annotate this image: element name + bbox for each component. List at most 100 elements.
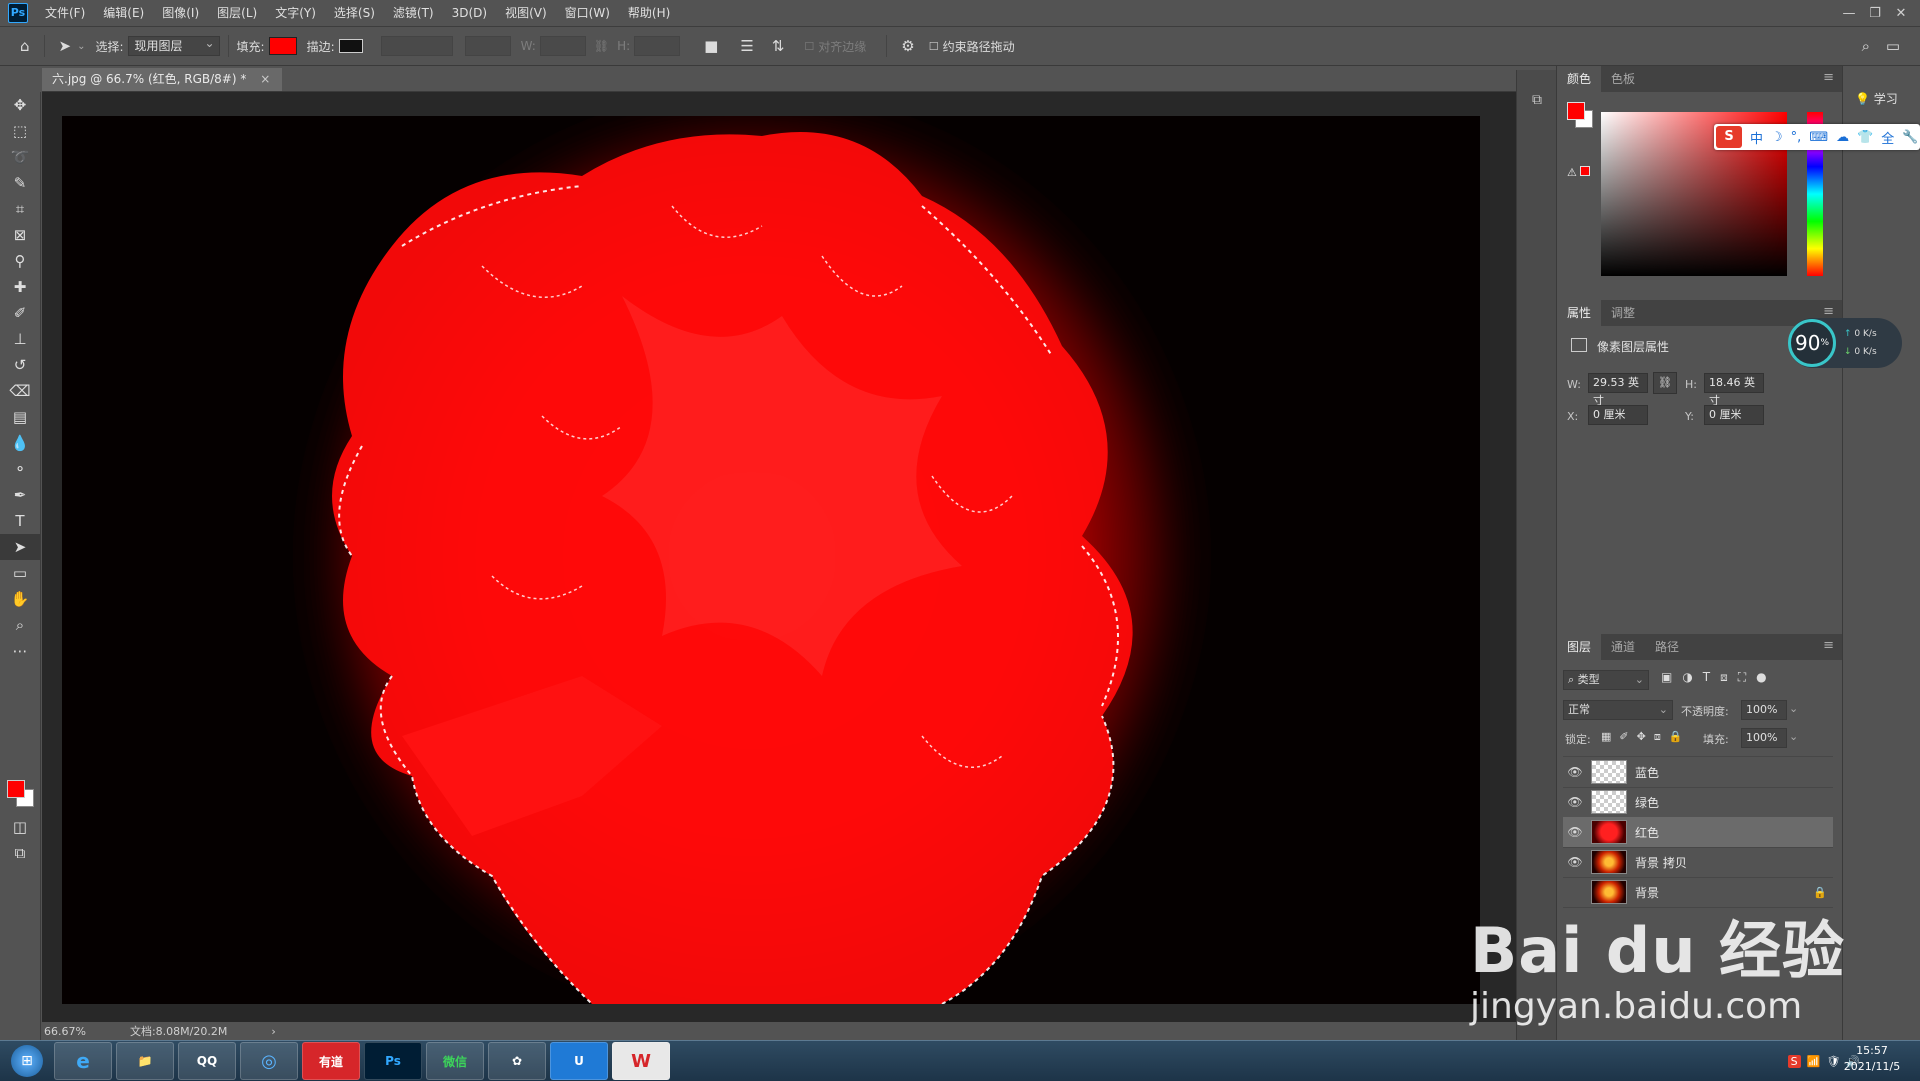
tab-channels[interactable]: 通道 xyxy=(1601,634,1645,660)
move-tool-icon[interactable]: ✥ xyxy=(0,92,40,118)
healing-brush-tool-icon[interactable]: ✚ xyxy=(0,274,40,300)
height-field[interactable] xyxy=(634,36,681,56)
opacity-chevron-icon[interactable]: ⌄ xyxy=(1789,702,1798,715)
menu-3d[interactable]: 3D(D) xyxy=(443,0,496,26)
menu-filter[interactable]: 滤镜(T) xyxy=(384,0,443,26)
status-menu-arrow-icon[interactable]: › xyxy=(271,1025,275,1038)
eye-icon[interactable]: 👁 xyxy=(1563,825,1587,839)
constrain-path-checkbox[interactable]: ☐ xyxy=(929,40,939,53)
canvas-area[interactable] xyxy=(42,92,1548,1022)
ime-tools-icon[interactable]: 🔧 xyxy=(1902,130,1918,145)
layer-row[interactable]: 👁 蓝色 xyxy=(1563,757,1833,788)
learn-tab[interactable]: 💡 学习 xyxy=(1855,90,1898,107)
taskbar-wps-icon[interactable]: W xyxy=(612,1042,670,1080)
clone-stamp-tool-icon[interactable]: ⊥ xyxy=(0,326,40,352)
stroke-swatch[interactable] xyxy=(338,39,363,53)
menu-layer[interactable]: 图层(L) xyxy=(208,0,266,26)
link-dimensions-icon[interactable]: ⛓ xyxy=(1653,372,1677,394)
search-icon[interactable]: ⌕ xyxy=(1856,37,1876,55)
tray-sogou-icon[interactable]: S xyxy=(1787,1054,1801,1068)
dodge-tool-icon[interactable]: ⚬ xyxy=(0,456,40,482)
menu-help[interactable]: 帮助(H) xyxy=(619,0,679,26)
prop-height-field[interactable]: 18.46 英寸 xyxy=(1704,373,1764,407)
start-button[interactable]: ⊞ xyxy=(4,1042,50,1080)
width-field[interactable] xyxy=(539,36,586,56)
hand-tool-icon[interactable]: ✋ xyxy=(0,586,40,612)
tab-properties[interactable]: 属性 xyxy=(1557,300,1602,326)
ime-punctuation-icon[interactable]: °, xyxy=(1791,130,1802,145)
lasso-tool-icon[interactable]: ➰ xyxy=(0,144,40,170)
layer-row[interactable]: 👁 背景 拷贝 xyxy=(1563,847,1833,878)
brush-tool-icon[interactable]: ✐ xyxy=(0,300,40,326)
path-alignment-icon[interactable]: ☰ xyxy=(734,37,759,55)
color-panel-foreground-swatch[interactable] xyxy=(1567,102,1585,120)
quick-selection-tool-icon[interactable]: ✎ xyxy=(0,170,40,196)
taskbar-photoshop-icon[interactable]: Ps xyxy=(364,1042,422,1080)
eraser-tool-icon[interactable]: ⌫ xyxy=(0,378,40,404)
panel-menu-icon[interactable]: ≡ xyxy=(1823,304,1834,319)
more-tools-icon[interactable]: ⋯ xyxy=(0,638,40,664)
frame-tool-icon[interactable]: ⊠ xyxy=(0,222,40,248)
path-selection-tool-icon[interactable]: ➤ xyxy=(0,534,40,560)
taskbar-qq-icon[interactable]: QQ xyxy=(178,1042,236,1080)
eyedropper-tool-icon[interactable]: ⚲ xyxy=(0,248,40,274)
crop-tool-icon[interactable]: ⌗ xyxy=(0,196,40,222)
tool-preset-chevron-icon[interactable]: ⌄ xyxy=(77,41,85,52)
taskbar-youdao-icon[interactable]: 有道 xyxy=(302,1042,360,1080)
marquee-tool-icon[interactable]: ⬚ xyxy=(0,118,40,144)
prop-x-field[interactable]: 0 厘米 xyxy=(1588,405,1648,425)
menu-select[interactable]: 选择(S) xyxy=(325,0,384,26)
blur-tool-icon[interactable]: 💧 xyxy=(0,430,40,456)
eye-icon-hidden[interactable]: □ xyxy=(1563,885,1587,899)
network-speed-widget[interactable]: 90% ↑ 0 K/s ↓ 0 K/s xyxy=(1788,318,1902,368)
taskbar-clock[interactable]: 15:57 2021/11/5 xyxy=(1832,1043,1912,1075)
panel-menu-icon[interactable]: ≡ xyxy=(1823,70,1834,85)
tab-swatches[interactable]: 色板 xyxy=(1601,66,1645,92)
link-icon[interactable]: ⛓ xyxy=(594,39,609,53)
menu-image[interactable]: 图像(I) xyxy=(153,0,208,26)
layer-filter-dropdown[interactable]: ⌕ 类型 ⌄ xyxy=(1563,670,1649,690)
zoom-tool-icon[interactable]: ⌕ xyxy=(0,612,40,638)
taskbar-wechat-icon[interactable]: 微信 xyxy=(426,1042,484,1080)
select-dropdown[interactable]: 现用图层 xyxy=(127,34,220,56)
tray-network-icon[interactable]: 📶 xyxy=(1807,1055,1821,1068)
stroke-width-field[interactable] xyxy=(380,36,453,56)
document-tab[interactable]: 六.jpg @ 66.7% (红色, RGB/8#) * × xyxy=(42,68,283,91)
restore-icon[interactable]: ❐ xyxy=(1862,6,1888,21)
close-icon[interactable]: ✕ xyxy=(1888,6,1914,21)
tab-adjustments[interactable]: 调整 xyxy=(1601,300,1645,326)
tab-paths[interactable]: 路径 xyxy=(1645,634,1689,660)
sogou-logo-icon[interactable]: S xyxy=(1716,126,1742,148)
rectangle-tool-icon[interactable]: ▭ xyxy=(0,560,40,586)
fill-swatch[interactable] xyxy=(268,37,297,55)
menu-edit[interactable]: 编辑(E) xyxy=(94,0,153,26)
fill-field[interactable]: 100% xyxy=(1741,728,1787,748)
minimize-icon[interactable]: — xyxy=(1836,6,1862,21)
blend-mode-dropdown[interactable]: 正常 ⌄ xyxy=(1563,700,1673,720)
ime-chinese-mode[interactable]: 中 xyxy=(1750,128,1763,147)
home-icon[interactable]: ⌂ xyxy=(14,37,36,55)
opacity-field[interactable]: 100% xyxy=(1741,700,1787,720)
type-tool-icon[interactable]: T xyxy=(0,508,40,534)
quick-mask-icon[interactable]: ◫ xyxy=(0,814,40,840)
ime-keyboard-icon[interactable]: ⌨ xyxy=(1809,130,1828,145)
eye-icon[interactable]: 👁 xyxy=(1563,855,1587,869)
align-edges-checkbox[interactable]: ☐ xyxy=(804,40,814,53)
ime-skin-icon[interactable]: 👕 xyxy=(1857,130,1873,145)
document-canvas[interactable] xyxy=(62,116,1480,1004)
layer-row[interactable]: 👁 绿色 xyxy=(1563,787,1833,818)
tab-color[interactable]: 颜色 xyxy=(1557,66,1602,92)
taskbar-ie-icon[interactable]: e xyxy=(54,1042,112,1080)
path-selection-tool-icon[interactable]: ➤ xyxy=(53,37,78,55)
close-tab-icon[interactable]: × xyxy=(260,72,270,86)
eye-icon[interactable]: 👁 xyxy=(1563,765,1587,779)
prop-width-field[interactable]: 29.53 英寸 xyxy=(1588,373,1648,407)
menu-type[interactable]: 文字(Y) xyxy=(266,0,325,26)
ime-fullwidth-icon[interactable]: 全 xyxy=(1881,128,1894,147)
ime-moon-icon[interactable]: ☽ xyxy=(1771,130,1783,145)
prop-y-field[interactable]: 0 厘米 xyxy=(1704,405,1764,425)
layer-filter-icons[interactable]: ▣◑T⧈⛶● xyxy=(1661,670,1777,685)
path-operations-icon[interactable]: ■ xyxy=(698,37,724,55)
eye-icon[interactable]: 👁 xyxy=(1563,795,1587,809)
foreground-color-swatch[interactable] xyxy=(7,780,25,798)
